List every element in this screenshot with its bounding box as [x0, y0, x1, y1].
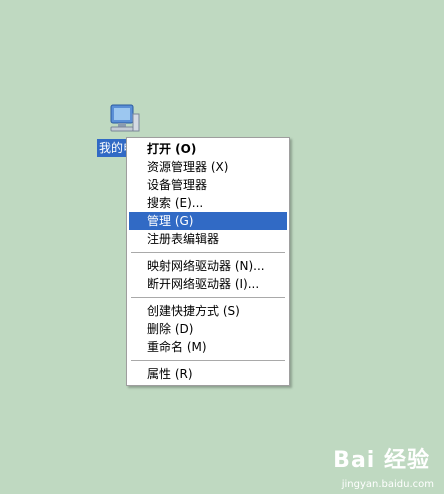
- computer-icon: [110, 104, 140, 132]
- menu-item[interactable]: 资源管理器 (X): [129, 158, 287, 176]
- context-menu: 打开 (O) 资源管理器 (X) 设备管理器 搜索 (E)... 管理 (G) 注册表编辑…: [126, 137, 290, 386]
- menu-item[interactable]: 映射网络驱动器 (N)...: [129, 257, 287, 275]
- menu-item[interactable]: 打开 (O): [129, 140, 287, 158]
- menu-item[interactable]: 注册表编辑器: [129, 230, 287, 248]
- menu-item[interactable]: 创建快捷方式 (S): [129, 302, 287, 320]
- menu-item[interactable]: 断开网络驱动器 (I)...: [129, 275, 287, 293]
- menu-item[interactable]: 设备管理器: [129, 176, 287, 194]
- menu-item[interactable]: 重命名 (M): [129, 338, 287, 356]
- menu-item[interactable]: 管理 (G): [129, 212, 287, 230]
- menu-separator: [131, 252, 285, 253]
- icon-label: 我的电脑: [97, 139, 129, 157]
- watermark: Bai 经验: [333, 442, 430, 474]
- watermark-logo: Bai 经验: [333, 448, 430, 473]
- menu-item[interactable]: 搜索 (E)...: [129, 194, 287, 212]
- menu-item[interactable]: 删除 (D): [129, 320, 287, 338]
- watermark-site: jingyan.baidu.com: [341, 479, 434, 490]
- menu-item[interactable]: 属性 (R): [129, 365, 287, 383]
- menu-separator: [131, 297, 285, 298]
- menu-separator: [131, 360, 285, 361]
